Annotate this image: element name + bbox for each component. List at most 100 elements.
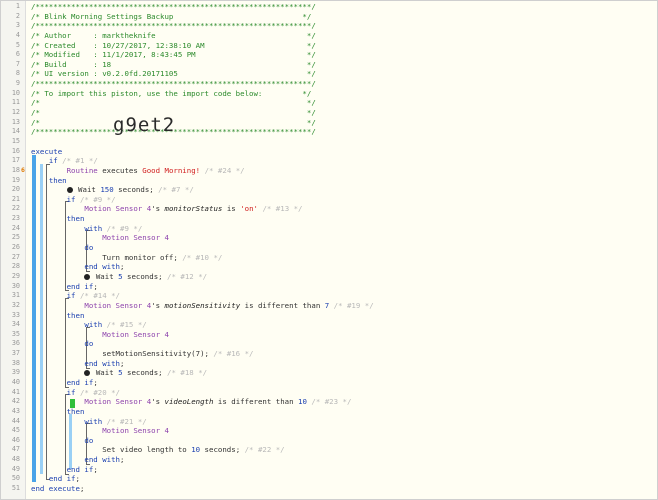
code-text: end if; bbox=[31, 282, 98, 292]
code-text: /* UI version : v0.2.0fd.20171105 */ bbox=[31, 69, 316, 79]
code-token: end if bbox=[66, 281, 94, 291]
code-line: 39 Wait 5 seconds; /* #18 */ bbox=[1, 368, 657, 378]
code-line: 35 Motion Sensor 4 bbox=[1, 330, 657, 340]
code-token: ; bbox=[93, 464, 98, 474]
code-line: 44 with /* #21 */ bbox=[1, 417, 657, 427]
code-line: 45 Motion Sensor 4 bbox=[1, 426, 657, 436]
code-line: 8 /* UI version : v0.2.0fd.20171105 */ bbox=[1, 69, 657, 79]
line-number: 12 bbox=[11, 108, 20, 117]
line-number: 30 bbox=[11, 281, 20, 290]
code-token: Wait bbox=[91, 271, 119, 281]
code-line: 21 if /* #9 */ bbox=[1, 195, 657, 205]
code-line: 46 do bbox=[1, 436, 657, 446]
code-line: 49 end if; bbox=[1, 465, 657, 475]
line-number: 9 bbox=[15, 79, 20, 88]
code-token: is bbox=[222, 204, 241, 214]
code-text: end with; bbox=[31, 359, 124, 369]
code-text: do bbox=[31, 339, 93, 349]
code-line: 11 /* */ bbox=[1, 98, 657, 108]
code-line: 42 Motion Sensor 4's videoLength is diff… bbox=[1, 397, 657, 407]
code-token: end with bbox=[84, 262, 121, 272]
code-token: /* #14 */ bbox=[75, 291, 121, 301]
code-token: /***************************************… bbox=[31, 79, 316, 89]
line-number: 43 bbox=[11, 406, 20, 415]
code-token: is different than bbox=[240, 300, 325, 310]
code-text: /* Blink Morning Settings Backup */ bbox=[31, 12, 311, 22]
code-token: /* #12 */ bbox=[162, 271, 208, 281]
code-token: 10 bbox=[191, 445, 201, 455]
code-text: Motion Sensor 4's videoLength is differe… bbox=[31, 397, 351, 407]
code-token: do bbox=[84, 339, 94, 349]
code-line: 9 /**************************************… bbox=[1, 79, 657, 89]
code-token: is different than bbox=[213, 397, 299, 407]
line-number: 3 bbox=[15, 21, 20, 30]
code-line: 48 end with; bbox=[1, 455, 657, 465]
code-line: 40 end if; bbox=[1, 378, 657, 388]
code-text: end if; bbox=[31, 465, 98, 475]
code-token: then bbox=[66, 214, 85, 224]
line-number: 17 bbox=[11, 156, 20, 165]
line-number: 32 bbox=[11, 300, 20, 309]
code-token: /***************************************… bbox=[31, 2, 316, 11]
code-text: end with; bbox=[31, 262, 124, 272]
code-token: ; bbox=[120, 262, 125, 272]
code-text: Motion Sensor 4 bbox=[31, 233, 169, 243]
code-text: Routine executes Good Morning! /* #24 */ bbox=[31, 166, 245, 176]
code-token: if bbox=[48, 156, 58, 166]
code-token: if bbox=[66, 194, 76, 204]
code-token: ; bbox=[93, 281, 98, 291]
code-token: /* Author : marktheknife */ bbox=[31, 30, 316, 40]
code-text: execute bbox=[31, 147, 62, 157]
code-line: 23 then bbox=[1, 214, 657, 224]
code-text: /***************************************… bbox=[31, 2, 316, 12]
code-line: 7 /* Build : 18 */ bbox=[1, 60, 657, 70]
code-token: /* UI version : v0.2.0fd.20171105 */ bbox=[31, 69, 316, 79]
line-number: 24 bbox=[11, 223, 20, 232]
line-number: 39 bbox=[11, 368, 20, 377]
code-line: 47 Set video length to 10 seconds; /* #2… bbox=[1, 445, 657, 455]
code-line: 3 /**************************************… bbox=[1, 21, 657, 31]
line-number: 27 bbox=[11, 252, 20, 261]
code-line: 31 if /* #14 */ bbox=[1, 291, 657, 301]
line-number: 47 bbox=[11, 445, 20, 454]
line-number: 31 bbox=[11, 291, 20, 300]
line-number: 18 bbox=[11, 165, 20, 174]
code-line: 16 execute bbox=[1, 147, 657, 157]
code-line: 1 /**************************************… bbox=[1, 2, 657, 12]
line-number: 37 bbox=[11, 349, 20, 358]
line-number: 38 bbox=[11, 358, 20, 367]
code-text: Wait 5 seconds; /* #18 */ bbox=[31, 368, 207, 378]
code-token: /* Modified : 11/1/2017, 8:43:45 PM */ bbox=[31, 50, 316, 60]
line-number: 46 bbox=[11, 435, 20, 444]
code-line: 50 end if; bbox=[1, 474, 657, 484]
code-token: videoLength bbox=[164, 397, 214, 407]
code-token: /* #1 */ bbox=[57, 156, 98, 166]
line-number: 15 bbox=[11, 136, 20, 145]
code-token: end if bbox=[48, 474, 76, 484]
code-token: Motion Sensor 4 bbox=[84, 300, 152, 310]
code-line: 29 Wait 5 seconds; /* #12 */ bbox=[1, 272, 657, 282]
code-token: execute bbox=[31, 146, 63, 156]
code-token: /* #20 */ bbox=[75, 387, 121, 397]
code-token: do bbox=[84, 435, 94, 445]
code-line: 43 then bbox=[1, 407, 657, 417]
code-text: end with; bbox=[31, 455, 124, 465]
code-line: 20 Wait 150 seconds; /* #7 */ bbox=[1, 185, 657, 195]
code-token: if bbox=[66, 387, 76, 397]
trigger-marker: 6 bbox=[21, 165, 25, 174]
code-token: seconds; bbox=[122, 368, 163, 378]
line-number: 34 bbox=[11, 320, 20, 329]
line-number: 20 bbox=[11, 185, 20, 194]
